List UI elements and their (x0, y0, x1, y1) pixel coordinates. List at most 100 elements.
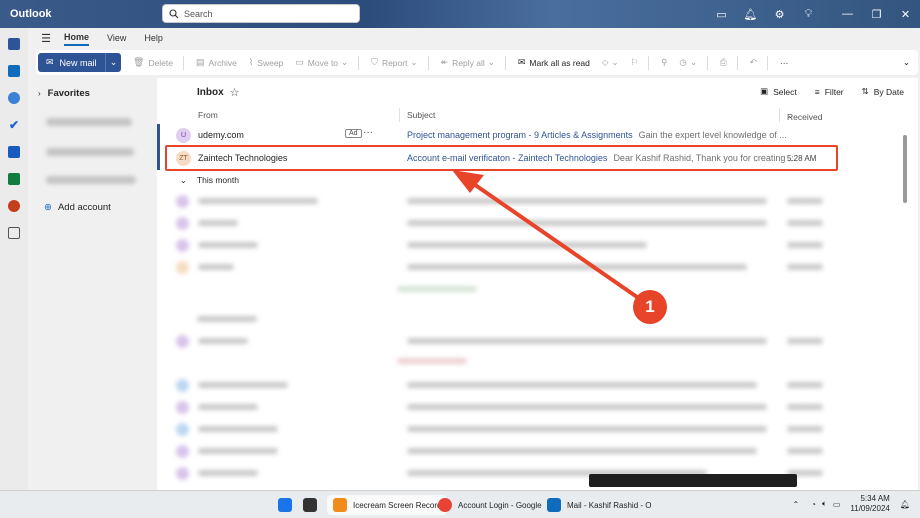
list-item[interactable] (157, 464, 918, 482)
list-item[interactable] (157, 280, 918, 298)
notification-icon[interactable]: 🔔︎ (900, 500, 910, 509)
undo-button[interactable]: ↶ (750, 57, 757, 68)
reply-all-icon: ↞ (440, 57, 449, 67)
restore-icon[interactable]: ❐ (862, 0, 891, 28)
flag-button[interactable]: ⚐ (631, 57, 639, 68)
delete-button[interactable]: 🗑︎ Delete (133, 57, 173, 68)
tab-view[interactable]: View (107, 31, 126, 45)
filter-button[interactable]: ≡ Filter (815, 87, 844, 97)
column-divider[interactable] (779, 108, 780, 122)
collapse-ribbon-button[interactable]: ⌄ (903, 57, 910, 68)
reply-all-button[interactable]: ↞ Reply all ⌄ (441, 57, 495, 68)
list-item[interactable] (157, 376, 918, 394)
mail-app-icon[interactable] (0, 30, 28, 57)
icecream-icon (333, 498, 347, 512)
hamburger-menu-icon[interactable]: ☰ (28, 32, 64, 45)
divider (648, 55, 650, 70)
group-header-this-month[interactable]: ⌄ This month (180, 175, 239, 185)
gear-icon[interactable]: ⚙ (765, 0, 794, 28)
column-received[interactable]: Received ⌄ (787, 110, 822, 122)
close-icon[interactable]: ✕ (891, 0, 920, 28)
blurred-account[interactable] (46, 176, 136, 184)
ad-badge: Ad (345, 129, 362, 138)
ribbon-toolbar: ✉ New mail ⌄ 🗑︎ Delete ▤ Archive ⌇ Sweep ▭ M… (36, 50, 918, 75)
message-row-udemy[interactable]: U udemy.com Ad ··· Project management pr… (157, 124, 918, 146)
taskbar-app-mail[interactable]: Mail - Kashif Rashid - O (547, 495, 651, 515)
taskbar-app-chrome[interactable]: Account Login - Google (438, 495, 542, 515)
move-to-button[interactable]: ▭ Move to ⌄ (295, 57, 348, 68)
powerpoint-app-icon[interactable] (0, 192, 28, 219)
sort-button[interactable]: ⇅ By Date (862, 86, 904, 97)
list-item[interactable] (157, 310, 918, 328)
more-icon[interactable]: ··· (363, 127, 373, 138)
outlook-icon (547, 498, 561, 512)
mark-all-read-button[interactable]: ✉ Mark all as read (518, 57, 590, 68)
divider (504, 55, 506, 70)
clock[interactable]: 5:34 AM 11/09/2024 (850, 494, 889, 514)
search-box[interactable]: Search (162, 4, 360, 23)
tag-icon: ◇ (601, 57, 609, 67)
battery-icon[interactable]: ▭ (833, 500, 841, 509)
list-item[interactable] (157, 352, 918, 370)
snooze-button[interactable]: ◷ ⌄ (679, 57, 697, 68)
todo-app-icon[interactable]: ✔ (0, 111, 28, 138)
task-view-icon (303, 498, 317, 512)
star-icon[interactable]: ☆ (230, 86, 240, 99)
column-subject[interactable]: Subject (407, 110, 435, 120)
more-apps-icon[interactable] (0, 219, 28, 246)
people-app-icon[interactable] (0, 84, 28, 111)
list-item[interactable] (157, 214, 918, 232)
tag-button[interactable]: ◇ ⌄ (602, 57, 619, 68)
printer-icon: ⎙ (719, 57, 727, 67)
report-button[interactable]: ⛉ Report ⌄ (371, 57, 417, 68)
favorites-header[interactable]: › Favorites (38, 88, 90, 99)
wifi-icon[interactable]: ◔ (811, 500, 816, 509)
column-from[interactable]: From (198, 110, 218, 120)
list-item[interactable] (157, 398, 918, 416)
select-button[interactable]: ▣ Select (760, 86, 797, 97)
speaker-icon[interactable]: 🔈︎ (822, 499, 827, 509)
list-item[interactable] (157, 258, 918, 276)
divider (766, 55, 768, 70)
print-button[interactable]: ⎙ (720, 57, 727, 68)
tab-home[interactable]: Home (64, 30, 90, 46)
chevron-up-icon[interactable]: ⌃ (792, 500, 799, 509)
meet-now-icon[interactable]: ▭ (707, 0, 736, 28)
list-item[interactable] (157, 236, 918, 254)
sweep-button[interactable]: ⌇ Sweep (249, 57, 283, 68)
tab-help[interactable]: Help (144, 31, 163, 45)
list-item[interactable] (157, 420, 918, 438)
blurred-account[interactable] (46, 118, 132, 126)
new-mail-dropdown[interactable]: ⌄ (105, 53, 121, 72)
calendar-app-icon[interactable] (0, 57, 28, 84)
bell-icon[interactable]: 🔔︎ (736, 0, 765, 28)
pin-button[interactable]: ⚲ (661, 57, 667, 68)
message-subject: Project management program - 9 Articles … (407, 130, 787, 140)
add-account-button[interactable]: ⊕ Add account (44, 202, 111, 213)
search-icon (169, 8, 179, 18)
lightbulb-icon[interactable]: 💡︎ (794, 0, 823, 28)
pin-icon: ⚲ (661, 57, 668, 67)
excel-app-icon[interactable] (0, 165, 28, 192)
start-button[interactable] (278, 495, 298, 515)
search-input[interactable]: Search (184, 9, 213, 19)
taskbar-app-icecream[interactable]: Icecream Screen Record (327, 495, 448, 515)
minimize-icon[interactable]: — (833, 0, 862, 28)
list-item[interactable] (157, 192, 918, 210)
mail-list-scrollbar[interactable] (903, 135, 907, 203)
new-mail-button[interactable]: ✉ New mail (38, 53, 105, 72)
column-divider[interactable] (399, 108, 400, 122)
task-view-button[interactable] (303, 495, 323, 515)
list-item[interactable] (157, 332, 918, 350)
app-title: Outlook (10, 8, 52, 20)
broom-icon: ⌇ (248, 57, 254, 67)
divider (706, 55, 708, 70)
word-app-icon[interactable] (0, 138, 28, 165)
undo-icon: ↶ (749, 57, 757, 67)
more-options-button[interactable]: ··· (780, 58, 789, 68)
archive-button[interactable]: ▤ Archive (196, 57, 237, 68)
chrome-icon (438, 498, 452, 512)
trash-icon: 🗑︎ (133, 57, 145, 67)
blurred-account[interactable] (46, 148, 134, 156)
list-item[interactable] (157, 442, 918, 460)
